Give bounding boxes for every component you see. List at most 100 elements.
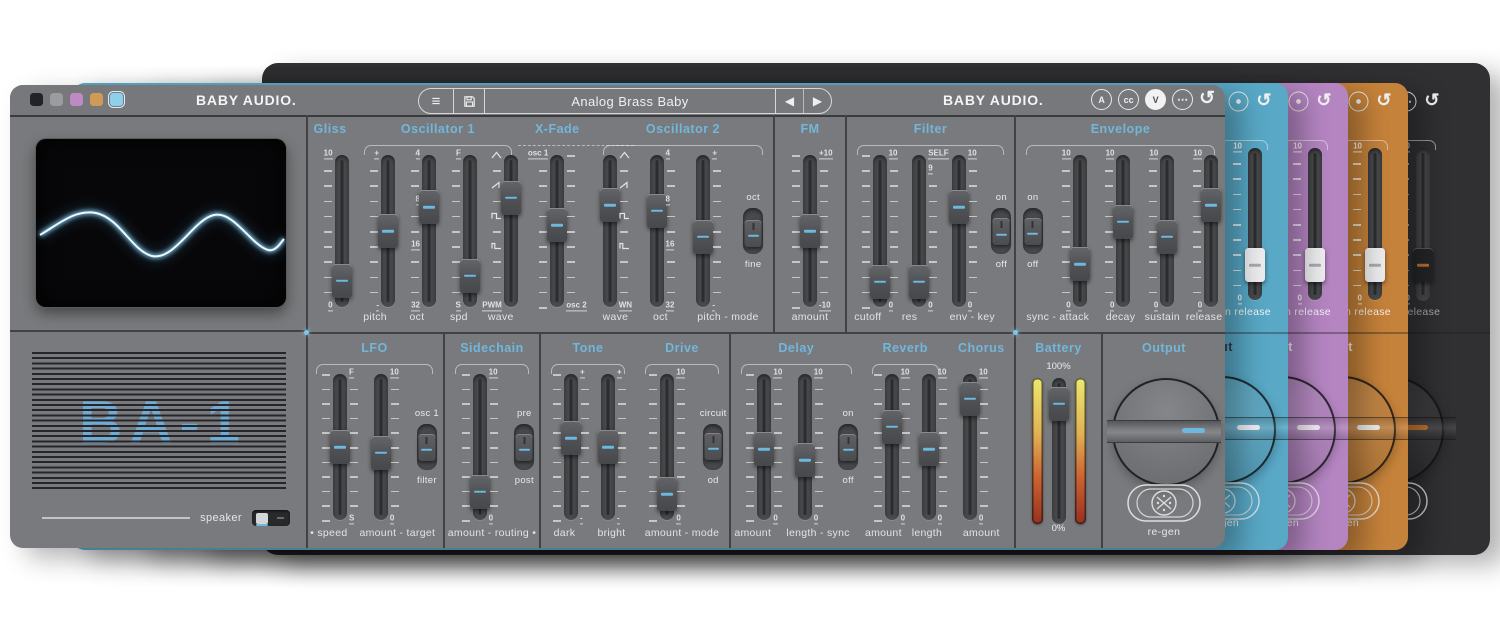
env-sustain-slider[interactable]: 10 0 (1137, 148, 1178, 312)
theme-swatch-charcoal[interactable] (30, 93, 43, 106)
menu-icon[interactable]: ≡ (419, 89, 454, 113)
osc-mode-toggle[interactable]: oct fine (743, 155, 764, 307)
slider-track[interactable] (418, 155, 439, 307)
slider-handle[interactable] (378, 214, 399, 248)
slider-track[interactable] (800, 155, 820, 307)
slider-handle[interactable] (1113, 204, 1134, 239)
auto-icon[interactable]: A (1091, 89, 1113, 110)
dot-circle-icon[interactable] (1228, 91, 1249, 112)
orange-release-slider[interactable] (1365, 148, 1385, 300)
preset-name[interactable]: Analog Brass Baby (485, 89, 776, 113)
lfo-speed-slider[interactable]: FS (310, 367, 370, 525)
slider-track[interactable] (657, 374, 678, 520)
slider-track[interactable] (331, 155, 352, 307)
slider-handle[interactable] (459, 258, 480, 293)
slider-track[interactable] (1157, 155, 1178, 307)
toggle-track[interactable] (416, 424, 437, 470)
save-icon[interactable] (454, 89, 485, 113)
theme-swatch-tan[interactable] (90, 93, 103, 106)
slider-handle[interactable] (1069, 247, 1090, 282)
dot-circle-icon[interactable] (1288, 91, 1309, 112)
slider-track[interactable] (909, 155, 930, 307)
tonedrive-bright-slider[interactable]: + - (598, 367, 638, 525)
slider-track[interactable] (547, 155, 568, 307)
toggle-track[interactable] (514, 424, 535, 470)
osc-gliss-slider[interactable]: 10 0 (312, 148, 352, 312)
theme-swatch-gray[interactable] (50, 93, 63, 106)
env-attack-slider[interactable]: 10 0 (1050, 148, 1090, 312)
osc-pitch-slider[interactable]: + - (358, 148, 399, 312)
preset-prev-button[interactable]: ◀ (776, 89, 804, 113)
purple-release-slider[interactable] (1305, 148, 1325, 300)
sidechain-amount-slider[interactable]: 10 0 (450, 367, 510, 525)
lfo-amount-slider[interactable]: 10 0 (370, 367, 411, 525)
osc-spd-slider[interactable]: FS (440, 148, 480, 312)
env-decay-slider[interactable]: 10 0 (1093, 148, 1134, 312)
lfo-target-toggle[interactable]: osc 1 filter (415, 374, 439, 520)
dot-circle-icon[interactable] (1348, 91, 1369, 112)
slider-track[interactable] (1048, 378, 1069, 524)
tonedrive-mode-toggle[interactable]: circuit od (700, 374, 727, 520)
drc-length-slider[interactable]: 10 0 (794, 367, 835, 525)
slider-track[interactable] (599, 155, 620, 307)
cc-icon[interactable]: cc (1118, 89, 1140, 110)
toggle-track[interactable] (991, 208, 1012, 254)
undo-icon[interactable]: ↺ (1424, 92, 1439, 112)
osc-oct-slider[interactable]: 4 8 16 32 (399, 148, 439, 312)
filter-key-toggle[interactable]: on off (991, 155, 1012, 307)
slider-handle[interactable] (1157, 219, 1178, 254)
filter-cutoff-slider[interactable]: 10 0 (850, 148, 910, 312)
tonedrive-dark-slider[interactable]: + - (541, 367, 601, 525)
osc-wave-slider[interactable]: PWM (481, 151, 521, 312)
tonedrive-amount-slider[interactable]: 10 0 (637, 367, 697, 525)
slider-track[interactable] (754, 374, 775, 520)
slider-track[interactable] (1069, 155, 1090, 307)
slider-handle[interactable] (1201, 188, 1222, 223)
drc-amount-slider[interactable]: 10 0 (959, 367, 1000, 525)
speaker-toggle[interactable] (252, 510, 290, 526)
toggle-track[interactable] (1022, 208, 1043, 254)
toggle-track[interactable] (743, 208, 764, 254)
filter-res-slider[interactable]: SELF 9 0 (909, 148, 949, 312)
ellipsis-icon[interactable]: ⋯ (1172, 89, 1194, 110)
slider-handle[interactable] (418, 190, 439, 225)
slider-track[interactable] (794, 374, 815, 520)
cyan-release-slider[interactable] (1245, 148, 1265, 300)
slider-track[interactable] (1201, 155, 1222, 307)
slider-track[interactable] (693, 155, 714, 307)
drc-amount-slider[interactable]: 10 0 (862, 367, 922, 525)
battery-battery-slider[interactable] (1048, 378, 1069, 524)
osc-xfade-slider[interactable]: osc 1 osc 2 (527, 148, 587, 312)
slider-track[interactable] (500, 155, 521, 307)
toggle-track[interactable] (703, 424, 724, 470)
dark-release-slider[interactable] (1413, 148, 1433, 300)
undo-icon[interactable]: ↺ (1316, 92, 1331, 112)
preset-next-button[interactable]: ▶ (804, 89, 831, 113)
undo-icon[interactable]: ↺ (1256, 92, 1271, 112)
slider-track[interactable] (646, 155, 667, 307)
slider-track[interactable] (948, 155, 969, 307)
slider-handle[interactable] (500, 180, 521, 215)
slider-track[interactable] (459, 155, 480, 307)
theme-swatch-blue[interactable] (108, 91, 125, 108)
slider-handle[interactable] (331, 263, 352, 298)
slider-handle[interactable] (1048, 386, 1069, 421)
slider-track[interactable] (370, 374, 391, 520)
slider-track[interactable] (918, 374, 939, 520)
slider-track[interactable] (469, 374, 490, 520)
fm-amount-slider[interactable]: +10 -10 (780, 148, 840, 312)
slider-track[interactable] (1113, 155, 1134, 307)
slider-track[interactable] (378, 155, 399, 307)
osc-pitch-slider[interactable]: + - (693, 148, 733, 312)
drc-sync-toggle[interactable]: on off (838, 374, 859, 520)
sidechain-routing-toggle[interactable]: pre post (514, 374, 535, 520)
slider-track[interactable] (561, 374, 581, 520)
slider-track[interactable] (959, 374, 980, 520)
filter-env-slider[interactable]: 10 0 (948, 148, 989, 312)
env-release-slider[interactable]: 10 0 (1181, 148, 1222, 312)
undo-icon[interactable]: ↺ (1376, 92, 1391, 112)
drc-amount-slider[interactable]: 10 0 (734, 367, 794, 525)
slider-track[interactable] (881, 374, 902, 520)
undo-icon[interactable]: ↺ (1199, 89, 1215, 108)
osc-wave-slider[interactable]: WN (599, 151, 640, 312)
